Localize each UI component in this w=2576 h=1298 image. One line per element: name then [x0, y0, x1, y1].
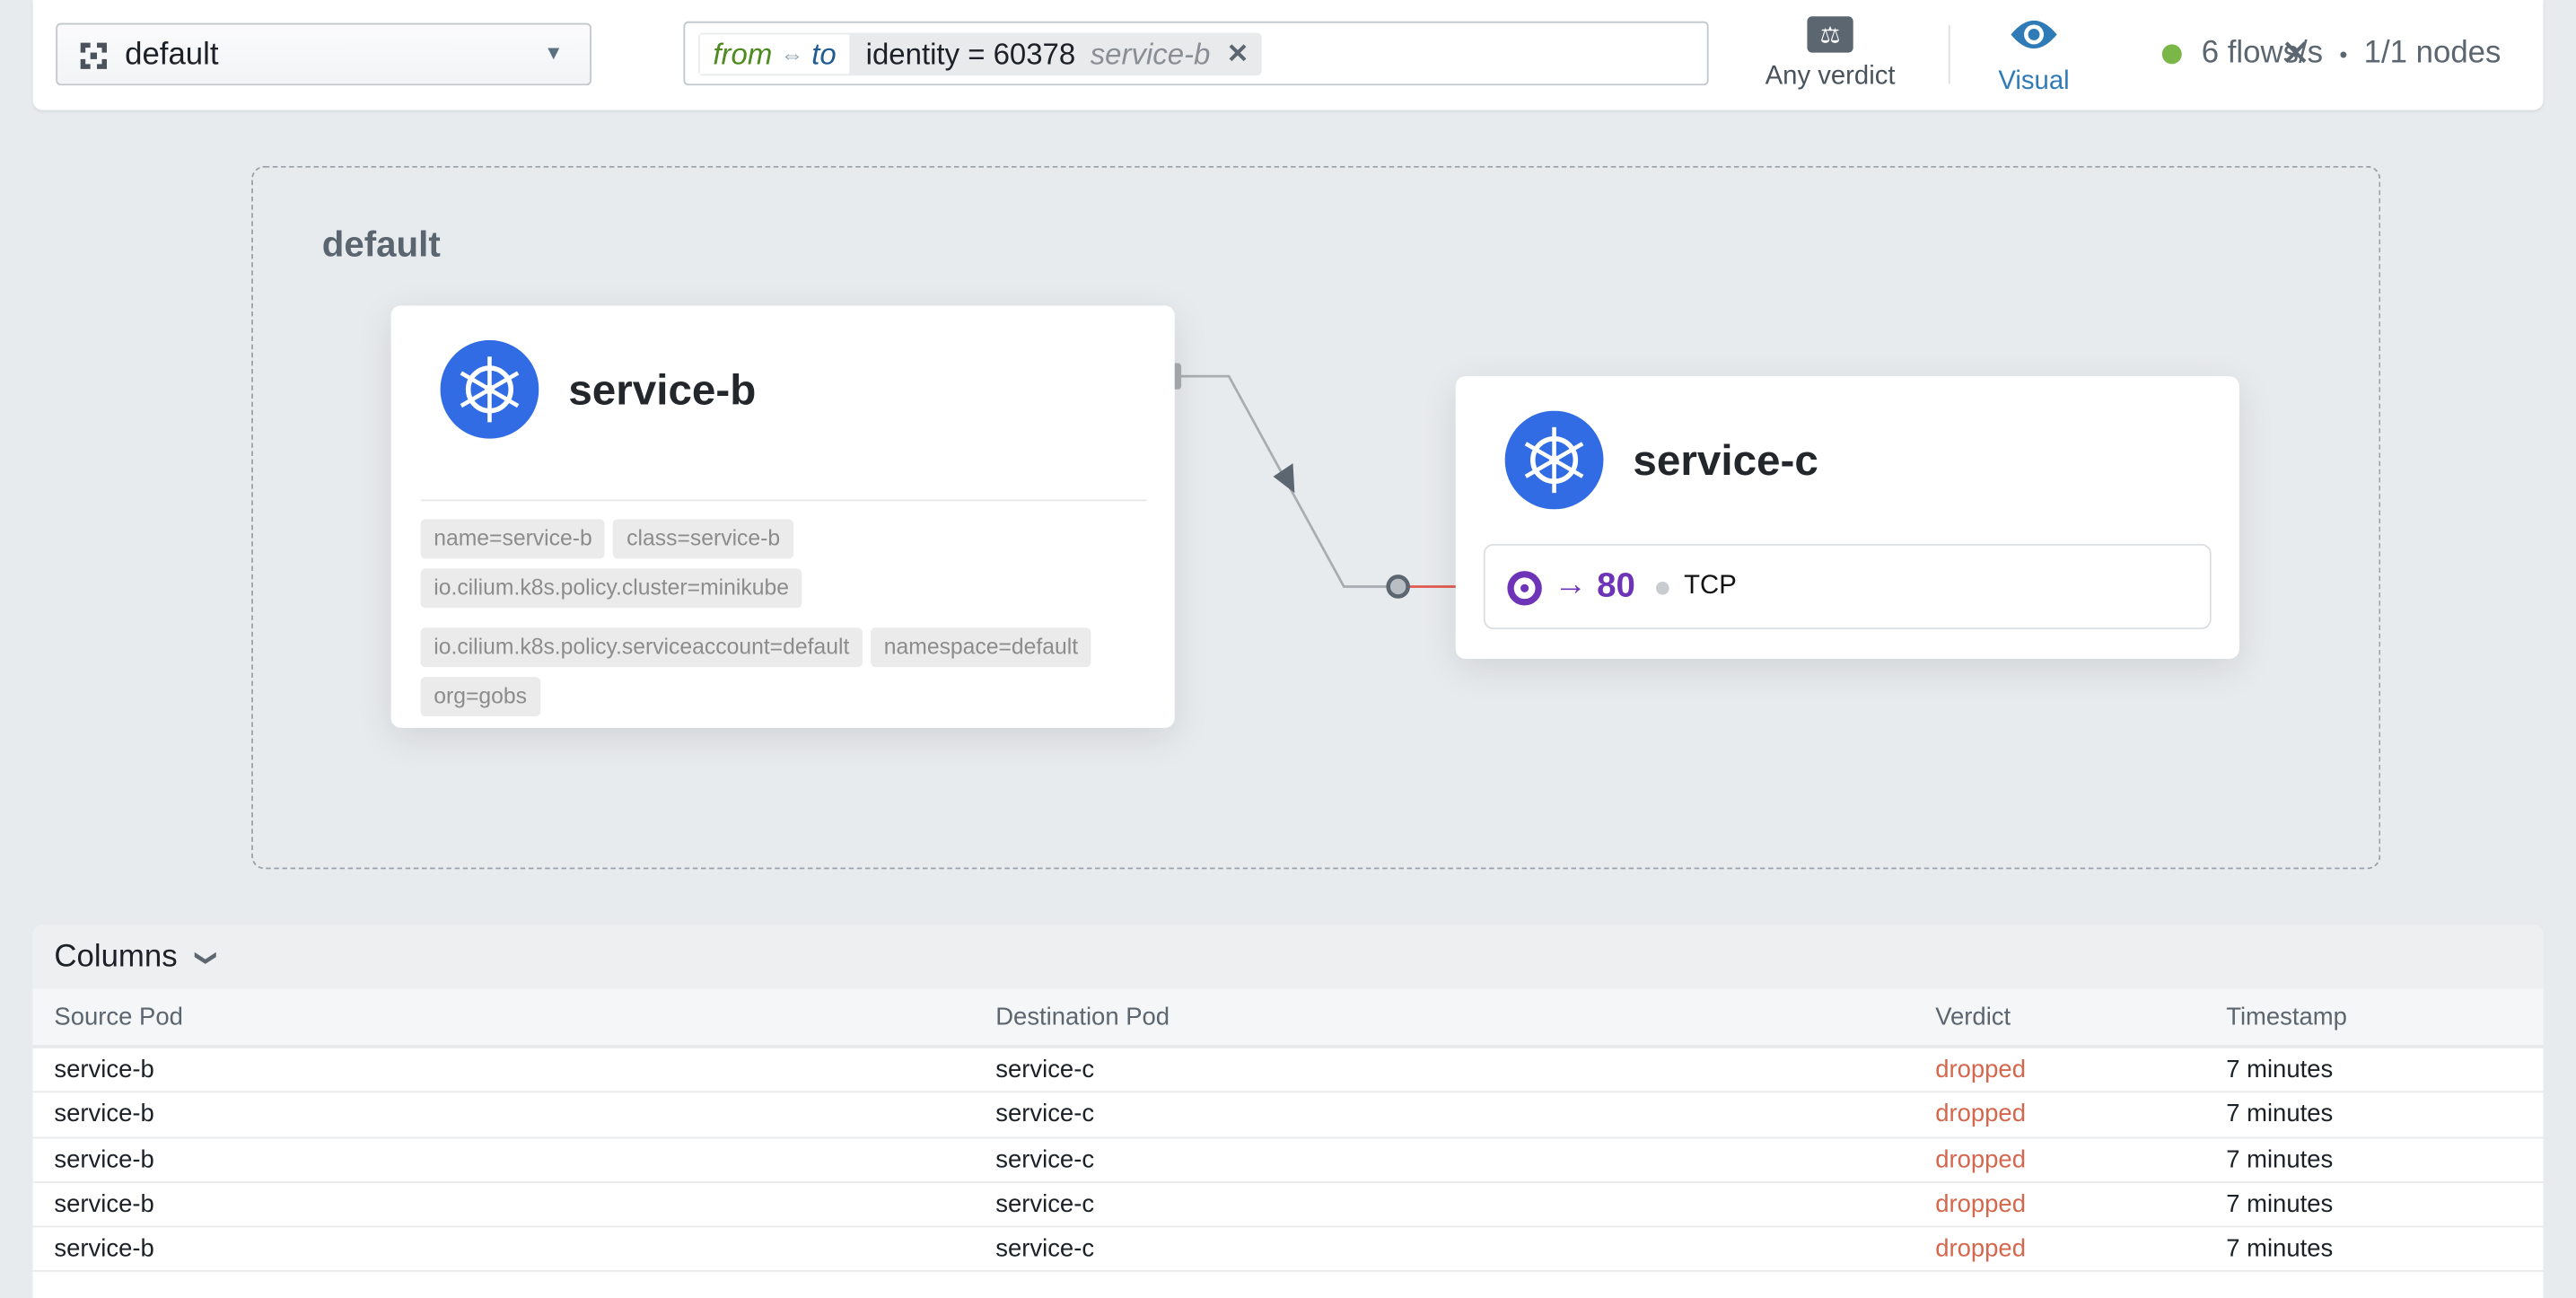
label-list: name=service-b class=service-b io.cilium… [421, 519, 1161, 716]
label-chip: namespace=default [871, 627, 1091, 667]
table-row[interactable]: service-b service-c dropped 7 minutes [33, 1183, 2544, 1228]
label-chip: io.cilium.k8s.policy.cluster=minikube [421, 568, 802, 608]
protocol: TCP [1684, 572, 1737, 601]
destination-pod-cell: service-c [995, 1145, 1094, 1173]
source-pod-cell: service-b [54, 1101, 153, 1128]
destination-pod-cell: service-c [995, 1101, 1094, 1128]
verdict-cell: dropped [1935, 1235, 2026, 1263]
columns-toggle[interactable]: Columns ❯ [33, 925, 2544, 989]
kubernetes-icon [1505, 411, 1604, 510]
dot-separator [1656, 582, 1669, 595]
table-row[interactable]: service-b service-c dropped 7 minutes [33, 1138, 2544, 1183]
header-destination-pod[interactable]: Destination Pod [995, 1003, 1170, 1031]
port-number: 80 [1597, 566, 1635, 606]
timestamp-cell: 7 minutes [2226, 1145, 2333, 1173]
header-verdict[interactable]: Verdict [1935, 1003, 2011, 1031]
edge-target-node-icon [1389, 576, 1408, 596]
source-pod-cell: service-b [54, 1190, 153, 1218]
verdict-cell: dropped [1935, 1056, 2026, 1083]
source-pod-cell: service-b [54, 1145, 153, 1173]
columns-label: Columns [54, 939, 177, 975]
port-target-icon [1506, 570, 1542, 606]
source-pod-cell: service-b [54, 1235, 153, 1263]
edge-arrow-icon [1274, 463, 1295, 493]
service-b-card[interactable]: service-b name=service-b class=service-b… [391, 305, 1175, 727]
header-source-pod[interactable]: Source Pod [54, 1003, 182, 1031]
destination-pod-cell: service-c [995, 1190, 1094, 1218]
header-timestamp[interactable]: Timestamp [2226, 1003, 2347, 1031]
divider [421, 499, 1147, 501]
service-b-title: service-b [568, 364, 756, 416]
destination-pod-cell: service-c [995, 1056, 1094, 1083]
label-chip: org=gobs [421, 677, 540, 716]
service-c-title: service-c [1633, 435, 1818, 487]
service-c-card[interactable]: service-c → 80 TCP [1456, 376, 2239, 659]
label-chip: class=service-b [614, 519, 793, 558]
verdict-cell: dropped [1935, 1145, 2026, 1173]
table-header: Source Pod Destination Pod Verdict Times… [33, 989, 2544, 1048]
label-chip: name=service-b [421, 519, 606, 558]
flows-table: Columns ❯ Source Pod Destination Pod Ver… [33, 925, 2544, 1298]
timestamp-cell: 7 minutes [2226, 1190, 2333, 1218]
kubernetes-icon [441, 340, 539, 439]
verdict-cell: dropped [1935, 1190, 2026, 1218]
table-row[interactable]: service-b service-c dropped 7 minutes [33, 1093, 2544, 1138]
table-row[interactable]: service-b service-c dropped 7 minutes [33, 1228, 2544, 1273]
timestamp-cell: 7 minutes [2226, 1235, 2333, 1263]
port-row[interactable]: → 80 TCP [1484, 544, 2212, 629]
chevron-down-icon: ❯ [193, 948, 219, 966]
timestamp-cell: 7 minutes [2226, 1101, 2333, 1128]
label-chip: io.cilium.k8s.policy.serviceaccount=defa… [421, 627, 863, 667]
table-row[interactable]: service-b service-c dropped 7 minutes [33, 1048, 2544, 1093]
source-pod-cell: service-b [54, 1056, 153, 1083]
verdict-cell: dropped [1935, 1101, 2026, 1128]
arrow-right-icon: → [1555, 566, 1588, 604]
destination-pod-cell: service-c [995, 1235, 1094, 1263]
timestamp-cell: 7 minutes [2226, 1056, 2333, 1083]
